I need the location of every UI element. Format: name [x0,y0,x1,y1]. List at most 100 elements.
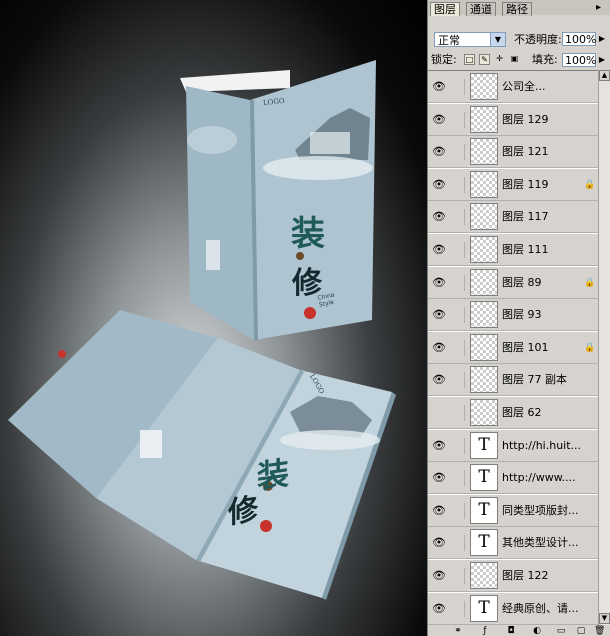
layer-row[interactable]: 👁 Thttp://hi.huit... [428,429,598,462]
layer-name: http://www.... [502,471,576,485]
tab-layers[interactable]: 图层 [430,2,460,16]
visibility-eye-icon[interactable]: 👁 [430,340,448,356]
layers-scrollbar[interactable]: ▲ ▼ [598,70,610,625]
visibility-eye-icon[interactable]: 👁 [430,112,448,128]
layer-thumbnail [470,170,498,198]
layer-thumbnail [470,73,498,100]
layer-row[interactable]: 👁 T 经典原创、请... [428,592,598,625]
layer-link-slot[interactable] [452,144,465,161]
layer-link-slot[interactable] [452,535,465,552]
visibility-eye-icon[interactable]: 👁 [430,568,448,584]
layer-link-slot[interactable] [452,339,465,356]
layer-row[interactable]: 👁 图层 122 [428,560,598,592]
layer-name: 图层 62 [502,406,542,419]
blend-mode-value: 正常 [438,34,460,47]
layer-row[interactable]: 👁 图层 119 🔒 [428,168,598,201]
layer-link-slot[interactable] [452,568,465,584]
new-layer-icon[interactable]: ▢ [576,626,586,636]
layer-row[interactable]: 👁 T 其他类型设计... [428,527,598,560]
layer-thumbnail [470,562,498,589]
layers-list[interactable]: 👁 公司全... 👁 图层 129 👁 图层 121 👁 图层 119 🔒 👁 图层 117 👁 图层 … [428,70,598,626]
visibility-eye-icon[interactable]: 👁 [430,307,448,323]
visibility-eye-icon[interactable]: 👁 [430,144,448,160]
lock-position-move-icon[interactable]: ✛ [494,54,505,65]
lock-all-lock-icon[interactable]: ▣ [509,54,520,65]
visibility-eye-icon[interactable]: 👁 [430,372,448,388]
visibility-eye-icon[interactable] [430,405,448,421]
layer-link-slot[interactable] [452,600,465,617]
new-group-icon[interactable]: ▭ [556,626,566,636]
tab-paths[interactable]: 路径 [502,2,532,16]
layer-name: 图层 89 [502,275,542,289]
layer-link-slot[interactable] [452,79,465,95]
visibility-eye-icon[interactable]: 👁 [430,535,448,551]
panel-menu-icon[interactable]: ▸ [596,1,601,15]
lock-label: 锁定: [431,53,457,66]
visibility-eye-icon[interactable]: 👁 [430,438,448,454]
link-layers-icon[interactable]: ⚭ [453,626,463,636]
delete-layer-icon[interactable]: 🗑 [594,626,605,636]
layer-row[interactable]: 👁 图层 89 🔒 [428,266,598,299]
layer-thumbnail [470,301,498,329]
visibility-eye-icon[interactable]: 👁 [430,177,448,193]
layer-row[interactable]: 👁 图层 121 [428,136,598,169]
layer-name: 经典原创、请... [502,601,579,615]
red-seal [304,307,316,319]
layer-name: 图层 93 [502,308,542,322]
layer-row[interactable]: 👁 公司全... [428,71,598,103]
layer-link-slot[interactable] [452,307,465,324]
layer-row[interactable]: 👁 图层 129 [428,103,598,136]
tab-channels[interactable]: 通道 [466,2,496,16]
layer-name: 公司全... [502,80,546,93]
layer-link-slot[interactable] [452,176,465,193]
layer-row[interactable]: 👁 图层 101 🔒 [428,331,598,364]
visibility-eye-icon[interactable]: 👁 [430,79,448,95]
layer-link-slot[interactable] [452,502,465,519]
layer-link-slot[interactable] [452,242,465,258]
layer-link-slot[interactable] [452,437,465,454]
layer-name: 图层 129 [502,112,549,126]
lock-image-brush-icon[interactable]: ✎ [479,54,490,65]
layer-name: 图层 77 副本 [502,373,567,387]
lock-transparency-icon[interactable]: □ [464,54,475,65]
blend-mode-select[interactable]: 正常 ▼ [434,32,506,47]
layer-thumbnail: T [470,529,498,557]
opacity-slider-arrow-icon[interactable]: ▶ [597,32,607,46]
visibility-eye-icon[interactable]: 👁 [430,242,448,258]
layer-row[interactable]: 👁 图层 117 [428,201,598,234]
layer-name: 图层 119 [502,177,549,191]
layer-row[interactable]: 👁 图层 77 副本 [428,364,598,397]
fill-slider-arrow-icon[interactable]: ▶ [597,53,607,67]
layer-link-slot[interactable] [452,274,465,291]
layer-link-slot[interactable] [452,405,465,421]
adjustment-layer-icon[interactable]: ◐ [532,626,542,636]
layer-name: 图层 101 [502,340,549,354]
layer-link-slot[interactable] [452,209,465,226]
lock-icon: 🔒 [584,179,596,190]
layer-row[interactable]: 图层 62 [428,397,598,429]
layer-thumbnail: T [470,464,498,492]
document-canvas[interactable]: LOGO 装 修 China Style LOGO 装 修 [0,0,427,636]
opacity-input[interactable]: 100% [562,32,596,46]
panel-tab-bar: 图层 通道 路径 ▸ [428,0,610,16]
layer-row[interactable]: 👁 图层 93 [428,299,598,332]
scroll-down-icon[interactable]: ▼ [599,613,610,624]
layer-link-slot[interactable] [452,111,465,128]
scroll-up-icon[interactable]: ▲ [599,70,610,81]
layer-row[interactable]: 👁 T 同类型项版封... [428,494,598,527]
layer-link-slot[interactable] [452,372,465,389]
panel-bottom-toolbar: ⚭ ƒ ◘ ◐ ▭ ▢ 🗑 [428,625,610,636]
layer-row[interactable]: 👁 图层 111 [428,234,598,266]
layer-thumbnail [470,203,498,231]
visibility-eye-icon[interactable]: 👁 [430,470,448,486]
layer-mask-icon[interactable]: ◘ [506,626,516,636]
visibility-eye-icon[interactable]: 👁 [430,209,448,225]
layer-row[interactable]: 👁 Thttp://www.... [428,462,598,495]
layer-style-icon[interactable]: ƒ [480,626,490,636]
visibility-eye-icon[interactable]: 👁 [430,601,448,617]
layer-link-slot[interactable] [452,470,465,487]
fill-input[interactable]: 100% [562,53,596,67]
visibility-eye-icon[interactable]: 👁 [430,503,448,519]
layer-thumbnail [470,236,498,263]
visibility-eye-icon[interactable]: 👁 [430,275,448,291]
